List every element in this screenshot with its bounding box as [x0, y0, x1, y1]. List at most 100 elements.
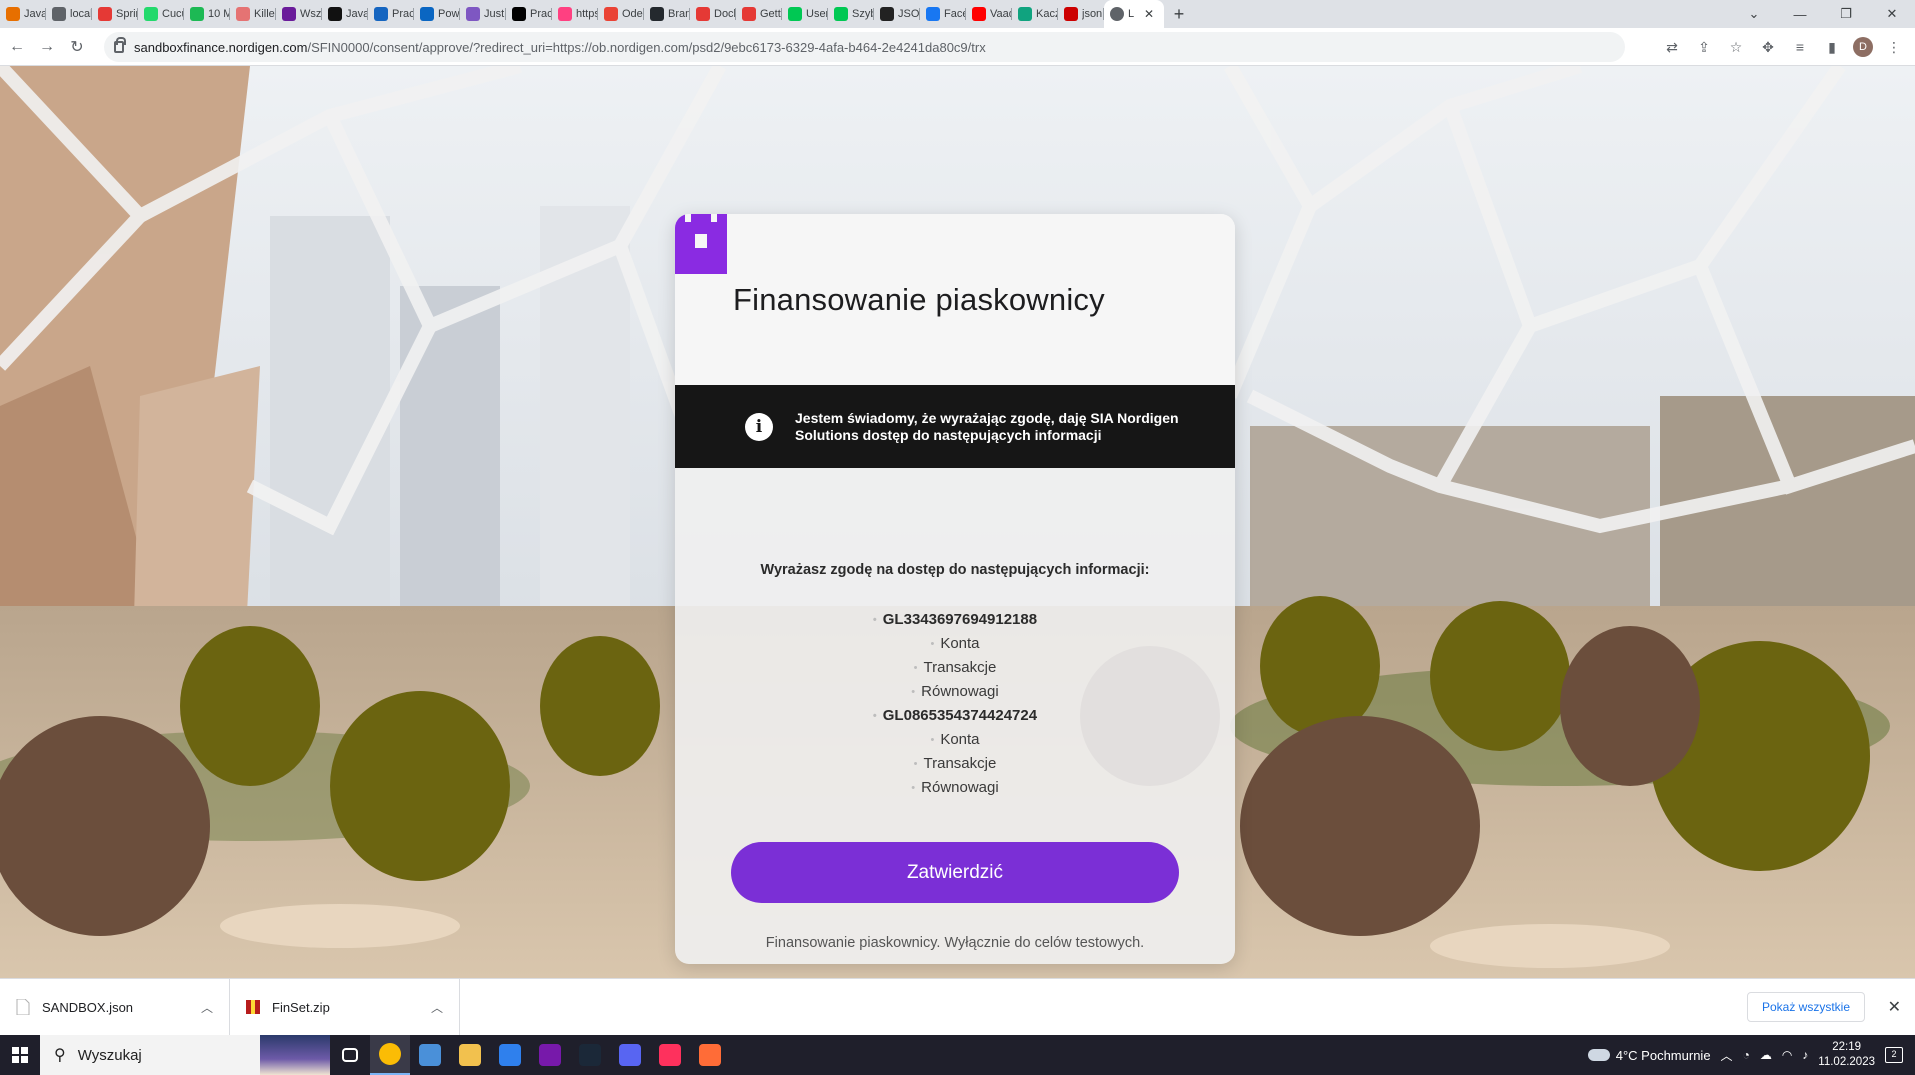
taskbar-search[interactable]: ⚲ Wyszukaj [40, 1035, 330, 1075]
download-item[interactable]: SANDBOX.json ︿ [0, 978, 230, 1036]
url-host: sandboxfinance.nordigen.com [134, 39, 308, 55]
card-header: Finansowanie piaskownicy [675, 214, 1235, 385]
tab-title: Prac [530, 8, 552, 20]
tab-title: https [576, 8, 598, 20]
translate-icon[interactable]: ⇄ [1661, 39, 1683, 56]
close-icon[interactable]: ✕ [1888, 997, 1901, 1017]
chrome-taskbar-icon[interactable] [370, 1035, 410, 1075]
favicon-icon [926, 7, 940, 21]
browser-tab[interactable]: Java [322, 0, 368, 28]
clock[interactable]: 22:19 11.02.2023 [1818, 1040, 1875, 1070]
show-all-button[interactable]: Pokaż wszystkie [1746, 992, 1865, 1022]
browser-tab[interactable]: https [552, 0, 598, 28]
confirm-button[interactable]: Zatwierdzić [731, 842, 1179, 904]
onenote-taskbar-icon[interactable] [530, 1035, 570, 1075]
lock-icon[interactable] [114, 37, 126, 53]
file-explorer-taskbar-icon[interactable] [450, 1035, 490, 1075]
browser-tab[interactable]: Dock [690, 0, 736, 28]
browser-tab[interactable]: Prac [368, 0, 414, 28]
globe-icon [1110, 7, 1124, 21]
browser-tab[interactable]: Killer [230, 0, 276, 28]
browser-tab[interactable]: User [782, 0, 828, 28]
weather-widget[interactable]: 4°C Pochmurnie [1587, 1048, 1711, 1063]
volume-icon[interactable]: ♪ [1802, 1048, 1808, 1062]
sidepanel-icon[interactable]: ▮ [1821, 39, 1843, 56]
chevron-up-icon[interactable]: ︿ [431, 999, 443, 1016]
browser-tab[interactable]: Cucu [138, 0, 184, 28]
browser-tab-strip: Java local Sprin Cucu 10 M Killer Wszy Java Prac… [0, 0, 1915, 28]
task-view-taskbar-icon[interactable] [330, 1035, 370, 1075]
close-tab-icon[interactable]: ✕ [1144, 7, 1154, 21]
favicon-icon [6, 7, 20, 21]
favicon-icon [512, 7, 526, 21]
permission-item: Konta [675, 728, 1235, 752]
maximize-button[interactable]: ❐ [1823, 6, 1869, 22]
chevron-up-icon[interactable]: ︿ [1721, 1047, 1733, 1064]
tab-title: Killer [254, 8, 276, 20]
back-button[interactable]: ← [2, 38, 32, 56]
info-banner: i Jestem świadomy, że wyrażając zgodę, d… [675, 385, 1235, 468]
onedrive-icon[interactable]: ☁ [1760, 1048, 1772, 1062]
browser-tab[interactable]: Gett [736, 0, 782, 28]
browser-tab[interactable]: local [46, 0, 92, 28]
browser-tab[interactable]: Face [920, 0, 966, 28]
tab-title: Just [484, 8, 505, 20]
postman-taskbar-icon[interactable] [690, 1035, 730, 1075]
castle-logo-icon [675, 214, 727, 274]
address-bar[interactable]: sandboxfinance.nordigen.com/SFIN0000/con… [104, 32, 1625, 62]
browser-tab[interactable]: Wszy [276, 0, 322, 28]
info-icon: i [745, 412, 773, 441]
browser-tab[interactable]: json [1058, 0, 1104, 28]
ms-store-taskbar-icon[interactable] [490, 1035, 530, 1075]
tab-title: L [1128, 8, 1135, 20]
info-text: Jestem świadomy, że wyrażając zgodę, daj… [795, 409, 1179, 443]
browser-tab[interactable]: Ode [598, 0, 644, 28]
browser-tab[interactable]: Bran [644, 0, 690, 28]
tab-search-icon[interactable]: ⌄ [1731, 6, 1777, 22]
tab-title: Java [346, 8, 368, 20]
close-window-button[interactable]: ✕ [1869, 6, 1915, 22]
browser-tab[interactable]: Just [460, 0, 506, 28]
menu-icon[interactable]: ⋮ [1883, 39, 1905, 56]
qbittorrent-taskbar-icon[interactable] [410, 1035, 450, 1075]
footer-note: Finansowanie piaskownicy. Wyłącznie do c… [765, 935, 1145, 952]
consent-card: Finansowanie piaskownicy i Jestem świado… [675, 214, 1235, 964]
discord-taskbar-icon[interactable] [610, 1035, 650, 1075]
start-button[interactable] [0, 1035, 40, 1075]
windows-taskbar: ⚲ Wyszukaj 4°C Pochmurnie ︿ ◔ ☁ ◠ ♪ 22:1… [0, 1035, 1915, 1075]
zip-icon [246, 1000, 260, 1014]
page-background: Finansowanie piaskownicy i Jestem świado… [0, 66, 1915, 978]
browser-tab[interactable]: Prac [506, 0, 552, 28]
steam-taskbar-icon[interactable] [570, 1035, 610, 1075]
intellij-taskbar-icon[interactable] [650, 1035, 690, 1075]
browser-tab[interactable]: Vaad [966, 0, 1012, 28]
media-icon[interactable]: ≡ [1789, 39, 1811, 55]
browser-tab[interactable]: Szyb [828, 0, 874, 28]
wifi-icon[interactable]: ◠ [1782, 1048, 1792, 1062]
star-icon[interactable]: ☆ [1725, 39, 1747, 56]
browser-tab[interactable]: JSON [874, 0, 920, 28]
tab-title: Face [944, 8, 966, 20]
reload-button[interactable]: ↻ [62, 37, 92, 57]
window-controls: ⌄ — ❐ ✕ [1731, 0, 1915, 28]
browser-tab[interactable]: Kacz [1012, 0, 1058, 28]
tab-active[interactable]: L ✕ [1104, 0, 1164, 28]
browser-tab[interactable]: 10 M [184, 0, 230, 28]
profile-avatar[interactable]: D [1853, 37, 1873, 57]
account-list: GL3343697694912188 Konta Transakcje Równ… [675, 608, 1235, 800]
share-icon[interactable]: ⇪ [1693, 39, 1715, 56]
browser-tab[interactable]: Sprin [92, 0, 138, 28]
chevron-up-icon[interactable]: ︿ [201, 999, 213, 1016]
new-tab-button[interactable]: + [1164, 4, 1194, 25]
notifications-icon[interactable]: 2 [1885, 1047, 1903, 1063]
favicon-icon [834, 7, 848, 21]
download-item[interactable]: FinSet.zip ︿ [230, 978, 460, 1036]
tab-title: Vaad [990, 8, 1012, 20]
browser-tab[interactable]: Pow [414, 0, 460, 28]
network-icon[interactable]: ◔ [1743, 1048, 1750, 1062]
minimize-button[interactable]: — [1777, 7, 1823, 22]
forward-button[interactable]: → [32, 38, 62, 56]
extensions-icon[interactable]: ✥ [1757, 39, 1779, 56]
browser-tab[interactable]: Java [0, 0, 46, 28]
favicon-icon [604, 7, 618, 21]
